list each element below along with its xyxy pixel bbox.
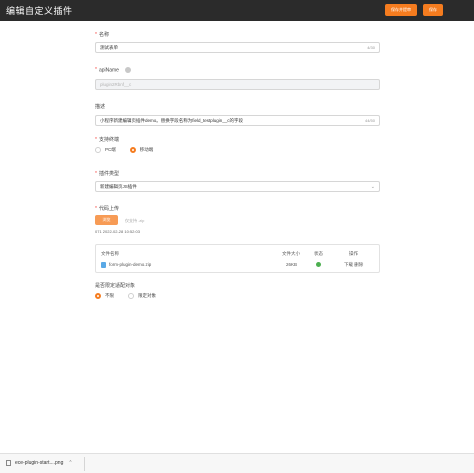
apiname-label: * apiName — [95, 67, 132, 73]
col-status: 状态 — [314, 251, 323, 256]
description-label: 描述 — [95, 104, 106, 110]
radio-limited[interactable]: 限定对象 — [128, 293, 156, 299]
chevron-up-icon[interactable]: ⌃ — [68, 460, 72, 466]
description-char-count: 44/50 — [364, 118, 375, 123]
file-table: 文件名称 文件大小 状态 操作 form-plugin-demo.zip 26K… — [95, 244, 380, 273]
divider — [84, 457, 85, 471]
code-upload-label: * 代码上传 — [95, 206, 119, 212]
plugin-type-value: 新建编辑页JS插件 — [100, 183, 137, 189]
status-cell — [316, 262, 321, 268]
zip-file-icon — [101, 262, 106, 268]
scope-radio-group: 不限 限定对象 — [95, 293, 170, 299]
file-size: 26KB — [286, 262, 298, 267]
terminal-label: * 支持终端 — [95, 137, 119, 143]
save-button[interactable]: 保存 — [423, 4, 443, 16]
col-file-name: 文件名称 — [101, 251, 119, 256]
page-title: 编辑自定义插件 — [6, 6, 73, 16]
apiname-value: plugin2Rbnf__c — [100, 82, 132, 87]
radio-unlimited[interactable]: 不限 — [95, 293, 114, 299]
name-label: * 名称 — [95, 32, 109, 38]
radio-mobile[interactable]: 移动端 — [129, 147, 153, 153]
scope-label: 是否限定适配对象 — [95, 283, 136, 289]
name-value: 测试表单 — [100, 44, 118, 50]
file-cell: form-plugin-demo.zip — [101, 262, 151, 268]
radio-checked-icon — [129, 147, 136, 153]
chevron-down-icon: ⌄ — [370, 184, 375, 190]
col-actions: 操作 — [349, 251, 358, 256]
description-value: 小程序新建编辑页插件demo。替换字段名称为field_testplugin__… — [100, 117, 244, 123]
plugin-type-select[interactable]: 新建编辑页JS插件 ⌄ — [95, 181, 380, 192]
description-input[interactable]: 小程序新建编辑页插件demo。替换字段名称为field_testplugin__… — [95, 115, 380, 126]
browse-button[interactable]: 浏览 — [95, 215, 118, 225]
apiname-input: plugin2Rbnf__c — [95, 79, 380, 90]
terminal-radio-group: PC端 移动端 — [95, 147, 167, 153]
plugin-type-label: * 插件类型 — [95, 171, 119, 177]
info-icon[interactable] — [125, 67, 132, 73]
name-input[interactable]: 测试表单 4/30 — [95, 42, 380, 53]
success-icon — [316, 262, 321, 267]
download-item[interactable]: ece-plugin-start....png ⌃ — [6, 460, 73, 466]
row-actions[interactable]: 下载 删除 — [344, 262, 363, 268]
col-file-size: 文件大小 — [282, 251, 300, 256]
radio-pc[interactable]: PC端 — [95, 147, 116, 153]
radio-checked-icon — [95, 293, 101, 299]
radio-circle-icon — [128, 293, 134, 299]
upload-time: 071 2022-02-28 10:52:03 — [95, 229, 140, 234]
radio-circle-icon — [95, 147, 101, 153]
download-filename: ece-plugin-start....png — [15, 460, 64, 466]
name-char-count: 4/30 — [367, 45, 375, 50]
download-bar: ece-plugin-start....png ⌃ — [0, 453, 474, 473]
file-name[interactable]: form-plugin-demo.zip — [109, 262, 151, 267]
upload-hint: 仅支持 .zip — [125, 218, 145, 223]
file-icon — [6, 460, 11, 466]
top-bar: 编辑自定义插件 保存并提审 保存 — [0, 0, 474, 21]
save-and-submit-button[interactable]: 保存并提审 — [385, 4, 417, 16]
